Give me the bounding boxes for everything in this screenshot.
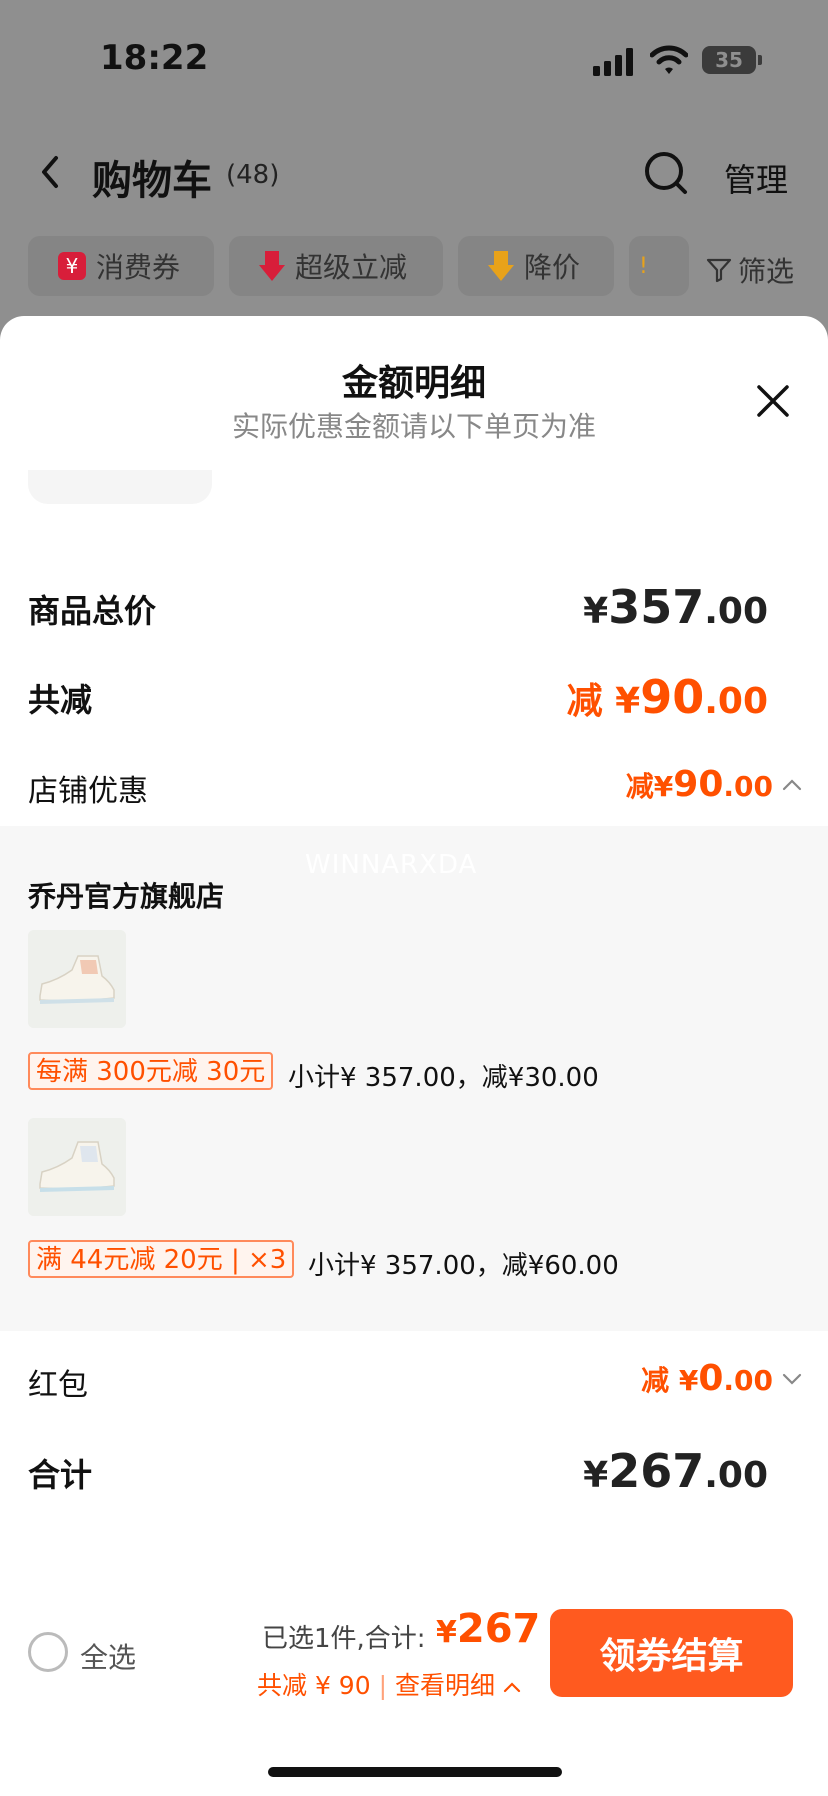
total-discount-label: 共减 (28, 681, 93, 719)
sneaker-icon (28, 1118, 126, 1216)
filter-button[interactable]: 筛选 (706, 250, 794, 290)
total-label: 合计 (28, 1456, 93, 1494)
selected-total-price: ¥267 (436, 1606, 541, 1652)
item-subtotal: 小计¥ 357.00，减¥30.00 (288, 1063, 599, 1093)
chevron-down-icon (782, 1373, 802, 1385)
down-arrow-icon (259, 251, 285, 281)
battery-indicator: 35 (702, 46, 756, 74)
wifi-icon (650, 45, 688, 74)
close-icon[interactable] (755, 383, 791, 419)
cellular-signal-icon (593, 48, 633, 76)
goods-total-value: ¥357.00 (583, 580, 768, 634)
red-packet-value: 减 ¥0.00 (641, 1358, 773, 1399)
red-packet-label: 红包 (28, 1368, 88, 1403)
red-packet-toggle[interactable]: 减 ¥0.00 (641, 1358, 803, 1399)
page-title: 购物车 (92, 158, 212, 204)
sheet-title: 金额明细 (341, 363, 486, 404)
product-thumbnail[interactable] (28, 930, 126, 1028)
filter-label: 筛选 (738, 255, 795, 288)
sneaker-icon (28, 930, 126, 1028)
price-drop-icon (488, 251, 514, 281)
select-all-checkbox[interactable] (28, 1632, 68, 1672)
total-value: ¥267.00 (583, 1444, 768, 1498)
chip-label: 超级立减 (295, 251, 408, 284)
funnel-icon (706, 258, 732, 283)
total-discount-value: 减 ¥90.00 (566, 670, 768, 724)
divider: | (378, 1671, 395, 1700)
selected-info: 已选1件,合计: (262, 1624, 426, 1654)
status-time: 18:22 (100, 38, 209, 78)
saving-summary[interactable]: 共减 ¥ 90 | 查看明细 (257, 1666, 521, 1702)
cart-count: (48) (226, 160, 280, 190)
coupon-icon: ¥ (58, 252, 86, 280)
filter-chip-coupon[interactable]: ¥ 消费券 (28, 236, 214, 296)
select-all-label[interactable]: 全选 (80, 1636, 136, 1676)
promo-tag: 满 44元减 20元 | ×3 (28, 1240, 295, 1278)
chevron-up-icon (782, 778, 802, 790)
checkout-button[interactable]: 领券结算 (550, 1609, 793, 1697)
filter-chip-partial[interactable]: ! (629, 236, 689, 296)
store-discount-toggle[interactable]: 减¥90.00 (626, 764, 803, 805)
item-subtotal: 小计¥ 357.00，减¥60.00 (308, 1251, 619, 1281)
store-discount-value: 减¥90.00 (625, 764, 773, 805)
sheet-subtitle: 实际优惠金额请以下单页为准 (231, 410, 596, 443)
chip-label: 降价 (524, 251, 581, 284)
product-thumbnail[interactable] (28, 1118, 126, 1216)
chip-label: 消费券 (96, 251, 181, 284)
search-icon[interactable] (643, 150, 689, 196)
saving-amount: 共减 ¥ 90 (257, 1671, 371, 1700)
partial-chip-icon: ! (639, 253, 648, 279)
battery-cap (758, 55, 762, 65)
watermark: WINNARXDA (305, 850, 478, 880)
view-detail-link[interactable]: 查看明细 (395, 1671, 495, 1700)
back-icon[interactable] (34, 152, 64, 192)
store-discount-label: 店铺优惠 (28, 774, 148, 809)
filter-chip-price-drop[interactable]: 降价 (458, 236, 614, 296)
goods-total-label: 商品总价 (28, 592, 157, 630)
manage-button[interactable]: 管理 (724, 155, 788, 201)
chevron-up-icon (503, 1682, 521, 1693)
store-name: 乔丹官方旗舰店 (28, 880, 225, 913)
home-indicator[interactable] (268, 1767, 562, 1777)
filter-chip-super-discount[interactable]: 超级立减 (229, 236, 443, 296)
promo-tag: 每满 300元减 30元 (28, 1052, 274, 1090)
scrolled-item-edge (28, 470, 212, 504)
